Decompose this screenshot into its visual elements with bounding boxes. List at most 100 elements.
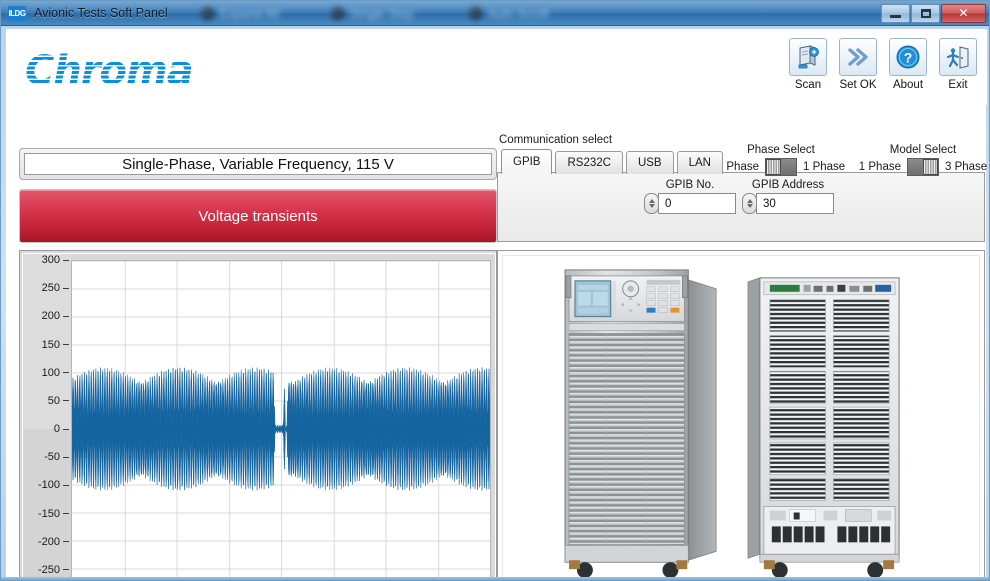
phase-select-toggle[interactable]	[765, 158, 797, 176]
gpib-no-input[interactable]: 0	[658, 193, 736, 214]
y-axis-tick-label: -200	[37, 535, 60, 548]
waveform-chart: 300250200150100500-50-100-150-200-250-30…	[19, 250, 497, 580]
app-icon: ILDG	[8, 5, 26, 21]
y-axis-tick: 200	[23, 309, 71, 323]
toggle-pad	[908, 159, 922, 175]
voltage-waveform	[72, 261, 490, 580]
svg-text:?: ?	[904, 50, 913, 66]
y-axis-tick-label: -150	[37, 507, 60, 520]
gpib-no-field: GPIB No. 0	[644, 179, 736, 214]
gpib-no-label: GPIB No.	[665, 179, 715, 191]
y-axis-tick-label: 50	[47, 394, 60, 407]
phase-select-row: 3 Phase 1 Phase	[716, 158, 846, 176]
equipment-image-panel	[497, 250, 985, 580]
y-axis-tick-label: 200	[41, 310, 60, 323]
y-axis-tick-mark	[63, 484, 69, 486]
radio-icon	[469, 7, 482, 20]
y-axis-tick-mark	[63, 456, 69, 458]
model-select-title: Model Select	[889, 144, 957, 156]
gpib-address-label: GPIB Address	[751, 179, 825, 191]
gpib-address-field: GPIB Address 30	[742, 179, 834, 214]
tab-lan[interactable]: LAN	[676, 151, 723, 174]
communication-select-label: Communication select	[499, 134, 613, 146]
radio-icon	[331, 7, 344, 20]
y-axis-tick: -250	[23, 563, 71, 577]
y-axis-tick: -50	[23, 450, 71, 464]
y-axis: 300250200150100500-50-100-150-200-250-30…	[23, 253, 71, 580]
tab-usb[interactable]: USB	[625, 151, 674, 174]
exit-button-label: Exit	[948, 79, 968, 91]
y-axis-tick-mark	[63, 513, 69, 514]
client-area: Chroma Scan Set OK ? About Exit Single-P…	[6, 29, 987, 580]
y-axis-tick-mark	[63, 569, 69, 571]
minimize-button[interactable]	[881, 3, 910, 23]
stepper-down-icon	[746, 204, 753, 209]
application-window: ILDG Avionic Tests Soft Panel Expand All…	[0, 0, 990, 581]
radio-icon	[201, 7, 214, 20]
window-controls: ✕	[880, 3, 986, 23]
y-axis-tick: 100	[23, 366, 71, 380]
exit-button-box	[939, 38, 977, 76]
y-axis-tick: 250	[23, 281, 71, 295]
scan-button-box	[789, 38, 827, 76]
plot-area	[71, 260, 491, 580]
ghost-label: Auto Scroll	[488, 6, 549, 21]
tab-gpib[interactable]: GPIB	[501, 149, 553, 174]
model-select-toggle[interactable]	[907, 158, 939, 176]
close-button[interactable]: ✕	[941, 3, 986, 23]
rear-unit	[747, 277, 900, 579]
test-name-value: Single-Phase, Variable Frequency, 115 V	[24, 153, 492, 175]
title-bar: ILDG Avionic Tests Soft Panel Expand All…	[1, 1, 989, 26]
front-unit	[564, 269, 717, 579]
y-axis-tick: -200	[23, 535, 71, 549]
maximize-button[interactable]	[911, 3, 940, 23]
maximize-icon	[920, 8, 931, 18]
model-select-right-label: 3 Phase	[945, 161, 988, 173]
ghost-item-auto-scroll: Auto Scroll	[469, 1, 548, 26]
gpib-address-stepper[interactable]	[742, 193, 757, 214]
scan-button[interactable]: Scan	[787, 38, 829, 91]
window-footer-strip	[1, 577, 989, 580]
ghost-item-expand-all: Expand All	[201, 1, 279, 26]
gpib-no-row: 0	[644, 193, 736, 214]
model-select-left-label: 1 Phase	[858, 161, 901, 173]
tab-rs232c[interactable]: RS232C	[555, 151, 623, 174]
chart-inner: 300250200150100500-50-100-150-200-250-30…	[22, 253, 496, 580]
toolbar: Scan Set OK ? About Exit	[779, 38, 979, 91]
phase-select-right-label: 1 Phase	[803, 161, 846, 173]
equipment-image-inner	[502, 255, 980, 580]
y-axis-tick-label: -250	[37, 563, 60, 576]
communication-panel: Phase Select 3 Phase 1 Phase Model Selec…	[497, 144, 987, 242]
phase-select-group: Phase Select 3 Phase 1 Phase	[716, 144, 846, 176]
question-circle-icon: ?	[896, 45, 920, 69]
gpib-address-input[interactable]: 30	[756, 193, 834, 214]
y-axis-tick: 300	[23, 253, 71, 267]
phase-select-title: Phase Select	[747, 144, 815, 156]
y-axis-tick-label: 0	[53, 423, 60, 435]
stepper-up-icon	[746, 198, 753, 203]
double-chevron-icon	[848, 48, 868, 66]
communication-tabs: GPIB RS232C USB LAN	[501, 149, 726, 174]
y-axis-tick-mark	[63, 400, 69, 402]
set-ok-button[interactable]: Set OK	[837, 38, 879, 91]
ghost-label: Single Step	[350, 6, 414, 21]
y-axis-tick-mark	[63, 372, 69, 374]
y-axis-tick: -150	[23, 507, 71, 521]
ghost-item-single-step: Single Step	[331, 1, 414, 26]
equipment-photo	[564, 269, 900, 579]
y-axis-tick-label: -50	[44, 451, 60, 464]
window-title: Avionic Tests Soft Panel	[34, 6, 168, 20]
about-button-label: About	[892, 79, 924, 91]
test-name-frame: Single-Phase, Variable Frequency, 115 V	[19, 148, 497, 180]
exit-button[interactable]: Exit	[937, 38, 979, 91]
y-axis-tick-label: 250	[41, 282, 60, 295]
y-axis-tick: 0	[23, 422, 71, 436]
stepper-up-icon	[648, 198, 655, 203]
toggle-lever	[923, 159, 938, 175]
gpib-no-stepper[interactable]	[644, 193, 659, 214]
y-axis-tick-label: 300	[41, 254, 60, 266]
about-button[interactable]: ? About	[887, 38, 929, 91]
scan-button-label: Scan	[794, 79, 822, 91]
y-axis-tick: 150	[23, 338, 71, 352]
y-axis-tick-mark	[63, 259, 69, 261]
